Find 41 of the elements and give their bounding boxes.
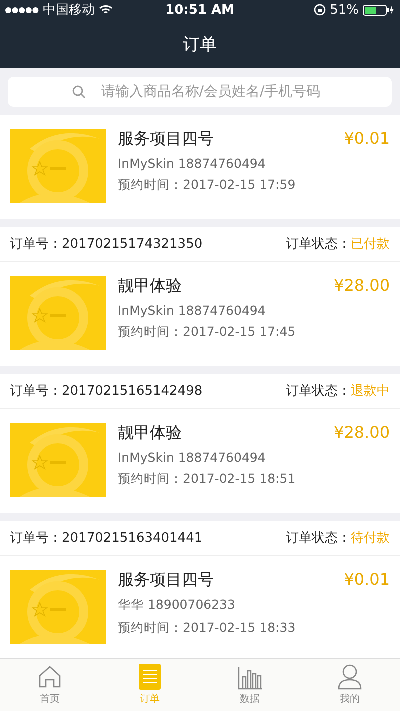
price: ¥0.01 [344,129,390,150]
order-status: 订单状态：待付款 [286,530,390,547]
order-status: 订单状态：退款中 [286,383,390,400]
service-title: 靓甲体验 [118,276,182,297]
person-icon [338,664,362,690]
search-field[interactable]: 请输入商品名称/会员姓名/手机号码 [8,77,392,107]
search-icon [72,85,86,99]
clock-time: 10:51 AM [166,2,234,18]
order-card[interactable]: 订单号：20170215165142498 订单状态：退款中 靓甲体验 ¥28.00 InMySkin 18874760494 预约时间：2017-02-15 18:51 [0,374,400,513]
order-number: 订单号：20170215165142498 [10,383,203,400]
price: ¥28.00 [334,423,390,444]
appointment-time: 预约时间：2017-02-15 18:33 [118,620,297,637]
bar-chart-icon [237,664,263,690]
list-icon [139,664,161,690]
service-title: 靓甲体验 [118,423,182,444]
order-card[interactable]: 订单号：20170215174321350 订单状态：已付款 靓甲体验 ¥28.00 InMySkin 18874760494 预约时间：2017-02-15 17:45 [0,227,400,366]
page-title: 订单 [183,34,217,56]
appointment-time: 预约时间：2017-02-15 17:59 [118,177,297,194]
carrier-name: 中国移动 [43,2,95,19]
customer-info: InMySkin 18874760494 [118,156,267,171]
order-number: 订单号：20170215174321350 [10,236,203,253]
order-card[interactable]: 订单号：20170215163401441 订单状态：待付款 服务项目四号 ¥0.01 华华 18900706233 预约时间：2017-02-15 18:33 [0,521,400,660]
home-icon [37,664,63,690]
wifi-icon [99,5,113,15]
customer-info: InMySkin 18874760494 [118,303,267,318]
tab[interactable]: 数据 [200,659,300,711]
rotation-lock-icon [314,4,326,16]
customer-info: InMySkin 18874760494 [118,450,267,465]
order-card[interactable]: 服务项目四号 ¥0.01 InMySkin 18874760494 预约时间：2017-02-15 17:59 [0,115,400,219]
battery-percent: 51% [330,2,359,18]
service-title: 服务项目四号 [118,129,214,150]
service-title: 服务项目四号 [118,570,214,591]
appointment-time: 预约时间：2017-02-15 18:51 [118,471,297,488]
order-number: 订单号：20170215163401441 [10,530,203,547]
appointment-time: 预约时间：2017-02-15 17:45 [118,324,297,341]
battery-icon [363,4,395,16]
signal-icon [5,6,39,14]
price: ¥28.00 [334,276,390,297]
order-status: 订单状态：已付款 [286,236,390,253]
customer-info: 华华 18900706233 [118,597,236,614]
price: ¥0.01 [344,570,390,591]
